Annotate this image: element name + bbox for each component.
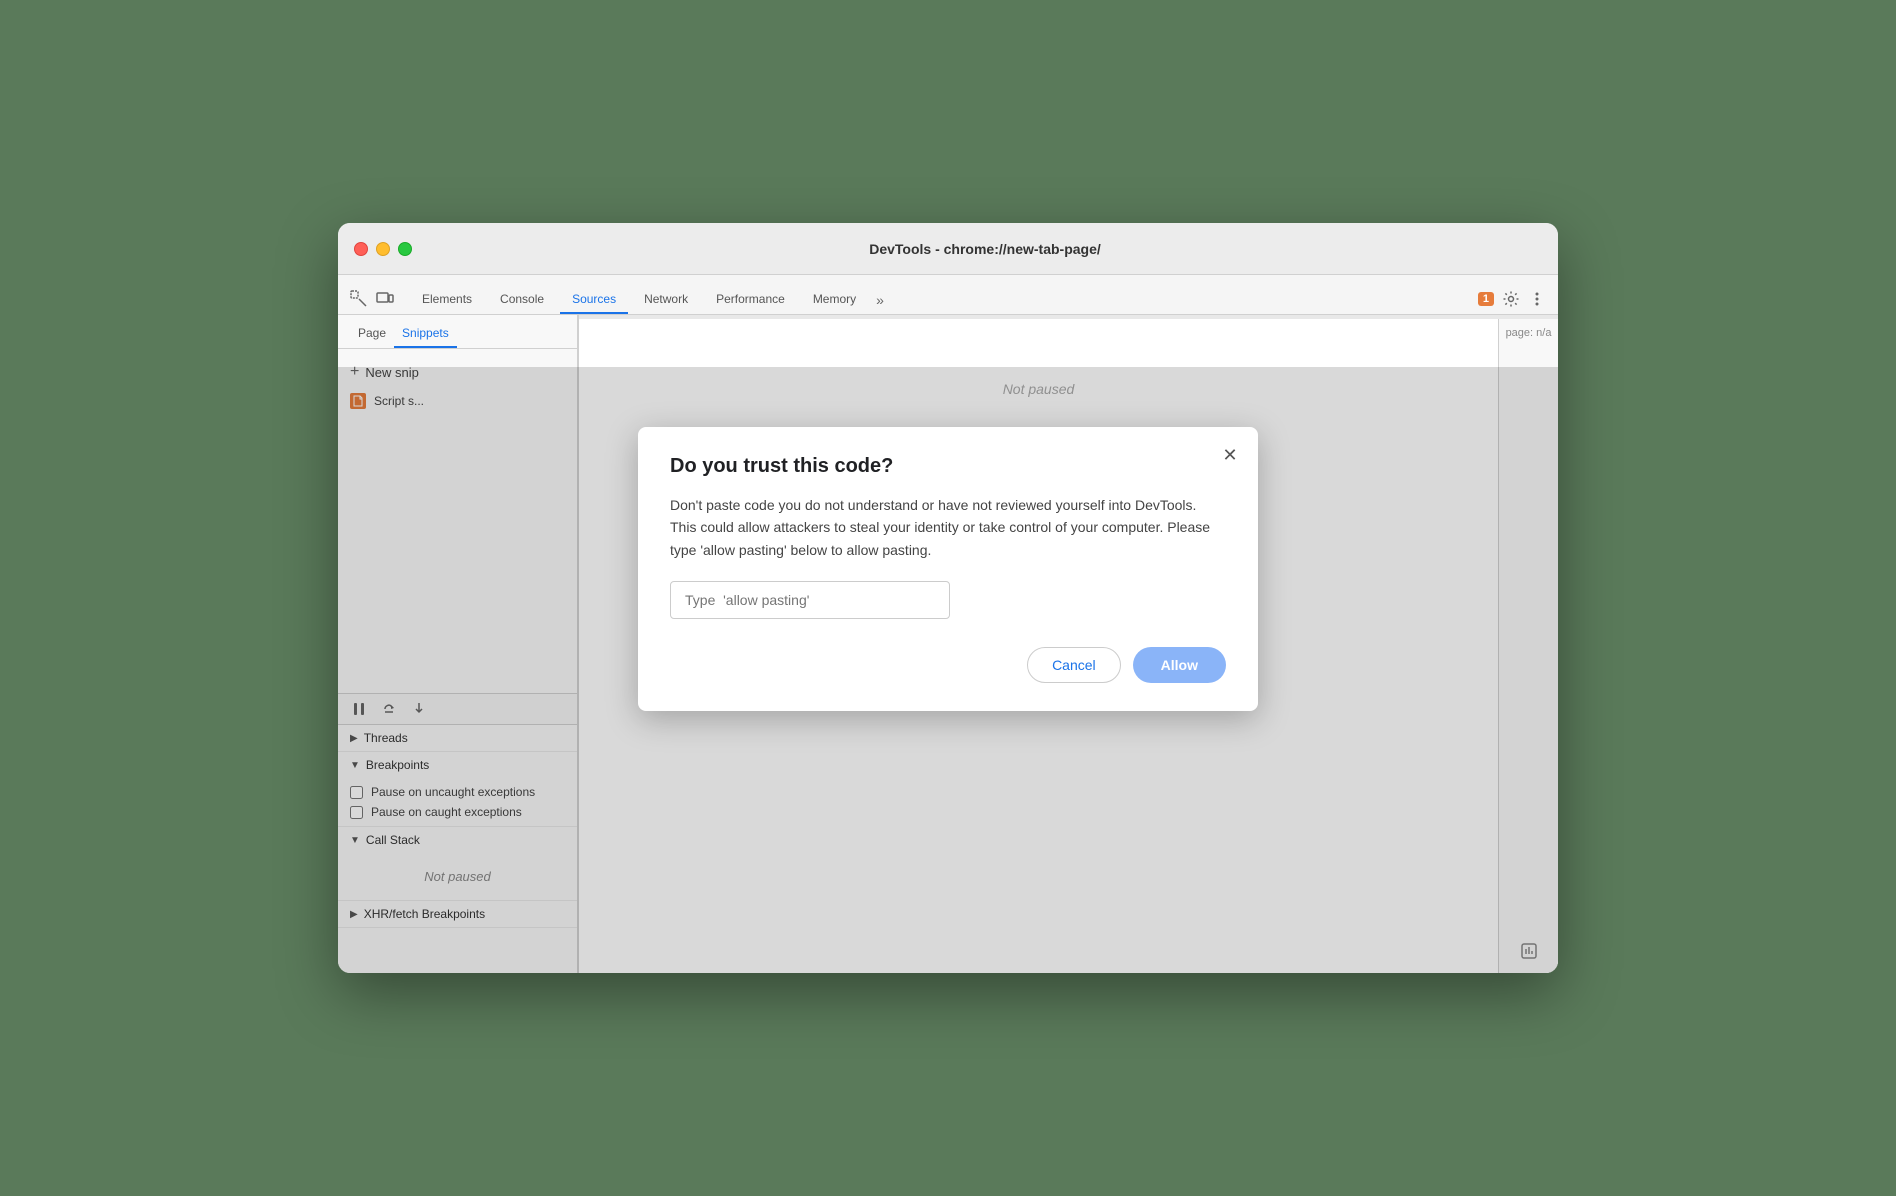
more-tabs-icon[interactable]: »: [876, 292, 884, 314]
notification-badge: 1: [1478, 292, 1494, 306]
trust-dialog: ✕ Do you trust this code? Don't paste co…: [638, 427, 1258, 711]
sidebar-tab-page[interactable]: Page: [350, 320, 394, 348]
settings-icon[interactable]: [1502, 290, 1520, 308]
dialog-close-button[interactable]: ✕: [1218, 443, 1242, 467]
responsive-icon[interactable]: [376, 290, 394, 308]
dialog-buttons: Cancel Allow: [670, 647, 1226, 683]
allow-button[interactable]: Allow: [1133, 647, 1226, 683]
element-picker-icon[interactable]: [350, 290, 368, 308]
cancel-button[interactable]: Cancel: [1027, 647, 1121, 683]
traffic-lights: [354, 242, 412, 256]
modal-overlay: ✕ Do you trust this code? Don't paste co…: [338, 367, 1558, 973]
tab-performance[interactable]: Performance: [704, 286, 797, 314]
fullscreen-button[interactable]: [398, 242, 412, 256]
tab-console[interactable]: Console: [488, 286, 556, 314]
devtools-window: DevTools - chrome://new-tab-page/ Elemen…: [338, 223, 1558, 973]
sidebar-tab-snippets[interactable]: Snippets: [394, 320, 457, 348]
page-info-label: page: n/a: [1506, 327, 1552, 339]
dialog-title: Do you trust this code?: [670, 455, 1226, 478]
devtools-right-actions: 1: [1478, 290, 1546, 314]
tab-sources[interactable]: Sources: [560, 286, 628, 314]
dialog-body: Don't paste code you do not understand o…: [670, 494, 1226, 561]
tab-memory[interactable]: Memory: [801, 286, 868, 314]
window-title: DevTools - chrome://new-tab-page/: [428, 241, 1542, 257]
title-bar: DevTools - chrome://new-tab-page/: [338, 223, 1558, 275]
close-button[interactable]: [354, 242, 368, 256]
sidebar-tab-bar: Page Snippets: [338, 315, 577, 349]
devtools-tab-bar: Elements Console Sources Network Perform…: [338, 275, 1558, 315]
tab-elements[interactable]: Elements: [410, 286, 484, 314]
allow-pasting-input[interactable]: [670, 581, 950, 619]
more-options-icon[interactable]: [1528, 290, 1546, 308]
main-content: Page Snippets + New snip Script s...: [338, 315, 1558, 973]
devtools-left-icons: [350, 290, 394, 314]
tab-network[interactable]: Network: [632, 286, 700, 314]
minimize-button[interactable]: [376, 242, 390, 256]
